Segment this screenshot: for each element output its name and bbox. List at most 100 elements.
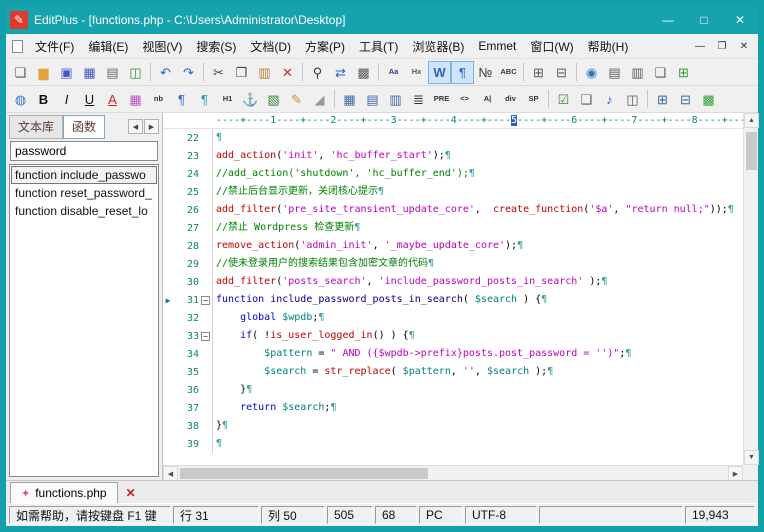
copy-button[interactable]: ❐ [230,61,253,84]
code-line-26[interactable]: 26add_filter('pre_site_transient_update_… [163,201,743,219]
code-line-36[interactable]: 36 }¶ [163,381,743,399]
insert-image-button[interactable]: ▧ [262,88,285,111]
menu-item-tools[interactable]: 工具(T) [352,34,405,59]
vertical-scroll-track[interactable] [744,128,758,450]
open-remote-button[interactable]: ◫ [124,61,147,84]
fold-toggle-icon[interactable]: − [201,332,210,341]
minimize-button[interactable]: — [650,6,686,34]
horizontal-scrollbar[interactable]: ◀ ▶ [163,465,743,480]
menu-item-file[interactable]: 文件(F) [28,34,81,59]
table-row-button[interactable]: ▤ [361,88,384,111]
code-line-25[interactable]: 25//禁止后台显示更新，关闭核心提示¶ [163,183,743,201]
tab-functions-php[interactable]: ✦ functions.php [10,482,118,503]
split-window-button[interactable]: ⊟ [550,61,573,84]
underline-button[interactable]: U [78,88,101,111]
code-line-28[interactable]: 28remove_action('admin_init', '_maybe_up… [163,237,743,255]
undo-button[interactable]: ↶ [154,61,177,84]
line-break-button[interactable]: ¶ [193,88,216,111]
vertical-scroll-thumb[interactable] [746,132,757,170]
open-file-button[interactable]: ▆ [32,61,55,84]
code-line-22[interactable]: 22¶ [163,129,743,147]
menu-item-help[interactable]: 帮助(H) [581,34,636,59]
maximize-button[interactable]: □ [686,6,722,34]
code-line-37[interactable]: 37 return $search;¶ [163,399,743,417]
eraser-button[interactable]: ◢ [308,88,331,111]
code-line-27[interactable]: 27//禁止 Wordpress 检查更新¶ [163,219,743,237]
word-wrap-button[interactable]: W [428,61,451,84]
insert-table-button[interactable]: ▦ [338,88,361,111]
tile-vertical-button[interactable]: ▥ [626,61,649,84]
highlight-pen-button[interactable]: ✎ [285,88,308,111]
function-list-item[interactable]: function include_passwo [11,166,157,184]
pre-tag-button[interactable]: PRE [430,88,453,111]
anchor-link-button[interactable]: ⚓ [239,88,262,111]
code-line-39[interactable]: 39¶ [163,435,743,453]
table-properties-button[interactable]: ⊟ [674,88,697,111]
tile-horizontal-button[interactable]: ▤ [603,61,626,84]
view-in-browser-button[interactable]: ◍ [9,88,32,111]
menu-item-emmet[interactable]: Emmet [471,35,523,57]
function-list-item[interactable]: function reset_password_ [11,184,157,202]
menu-item-search[interactable]: 搜索(S) [189,34,243,59]
title-bar[interactable]: ✎ EditPlus - [functions.php - C:\Users\A… [6,6,758,34]
spell-check-button[interactable]: ABC [497,61,520,84]
vertical-scrollbar[interactable]: ▲ ▼ [743,113,758,465]
div-tag-button[interactable]: div [499,88,522,111]
new-document-button[interactable]: ❏ [9,61,32,84]
horizontal-scroll-track[interactable] [178,466,728,480]
code-line-32[interactable]: 32 global $wpdb;¶ [163,309,743,327]
horizontal-scroll-thumb[interactable] [180,468,428,479]
menu-item-window[interactable]: 窗口(W) [523,34,580,59]
nbsp-button[interactable]: nb [147,88,170,111]
document-button[interactable]: ❑ [575,88,598,111]
sidebar-tab-cliptext[interactable]: 文本库 [9,115,63,139]
paste-button[interactable]: ▥ [253,61,276,84]
hex-viewer-button[interactable]: Hx [405,61,428,84]
italic-button[interactable]: I [55,88,78,111]
print-button[interactable]: ▤ [101,61,124,84]
scroll-down-button[interactable]: ▼ [744,450,759,465]
child-restore-button[interactable]: ❐ [711,36,733,56]
sidebar-scroll-left-button[interactable]: ◀ [128,119,143,134]
sidebar-scroll-right-button[interactable]: ▶ [144,119,159,134]
scroll-left-button[interactable]: ◀ [163,466,178,481]
child-close-button[interactable]: ✕ [733,36,755,56]
cut-button[interactable]: ✂ [207,61,230,84]
scroll-up-button[interactable]: ▲ [744,113,759,128]
function-list-item[interactable]: function disable_reset_lo [11,202,157,220]
code-line-31[interactable]: ▶31−function include_password_posts_in_s… [163,291,743,309]
table-column-button[interactable]: ▥ [384,88,407,111]
code-editor[interactable]: 22¶23add_action('init', 'hc_buffer_start… [163,129,743,465]
horizontal-rule-button[interactable]: ≣ [407,88,430,111]
delete-button[interactable]: ✕ [276,61,299,84]
code-line-23[interactable]: 23add_action('init', 'hc_buffer_start');… [163,147,743,165]
document-icon[interactable] [12,40,23,53]
menu-item-browser[interactable]: 浏览器(B) [405,34,471,59]
publish-button[interactable]: ▩ [697,88,720,111]
child-minimize-button[interactable]: — [689,36,711,56]
sidebar-tab-functions[interactable]: 函数 [63,115,105,139]
code-line-30[interactable]: 30add_filter('posts_search', 'include_pa… [163,273,743,291]
cascade-windows-button[interactable]: ❏ [649,61,672,84]
replace-button[interactable]: ⇄ [329,61,352,84]
code-line-35[interactable]: 35 $search = str_replace( $pattern, '', … [163,363,743,381]
options-button[interactable]: ⊞ [672,61,695,84]
font-button[interactable]: Aa [382,61,405,84]
menu-item-edit[interactable]: 编辑(E) [81,34,135,59]
heading-tag-button[interactable]: H1 [216,88,239,111]
scroll-right-button[interactable]: ▶ [728,466,743,481]
function-filter-input[interactable] [10,141,158,161]
menu-item-project[interactable]: 方案(P) [298,34,352,59]
find-in-files-button[interactable]: ▩ [352,61,375,84]
code-line-38[interactable]: 38}¶ [163,417,743,435]
bold-button[interactable]: B [32,88,55,111]
menu-item-document[interactable]: 文档(D) [243,34,298,59]
insert-media-button[interactable]: ◫ [621,88,644,111]
span-tag-button[interactable]: SP [522,88,545,111]
close-document-button[interactable]: ✕ [121,483,141,503]
redo-button[interactable]: ↷ [177,61,200,84]
insert-music-button[interactable]: ♪ [598,88,621,111]
save-all-button[interactable]: ▦ [78,61,101,84]
font-color-button[interactable]: A [101,88,124,111]
find-button[interactable]: ⚲ [306,61,329,84]
